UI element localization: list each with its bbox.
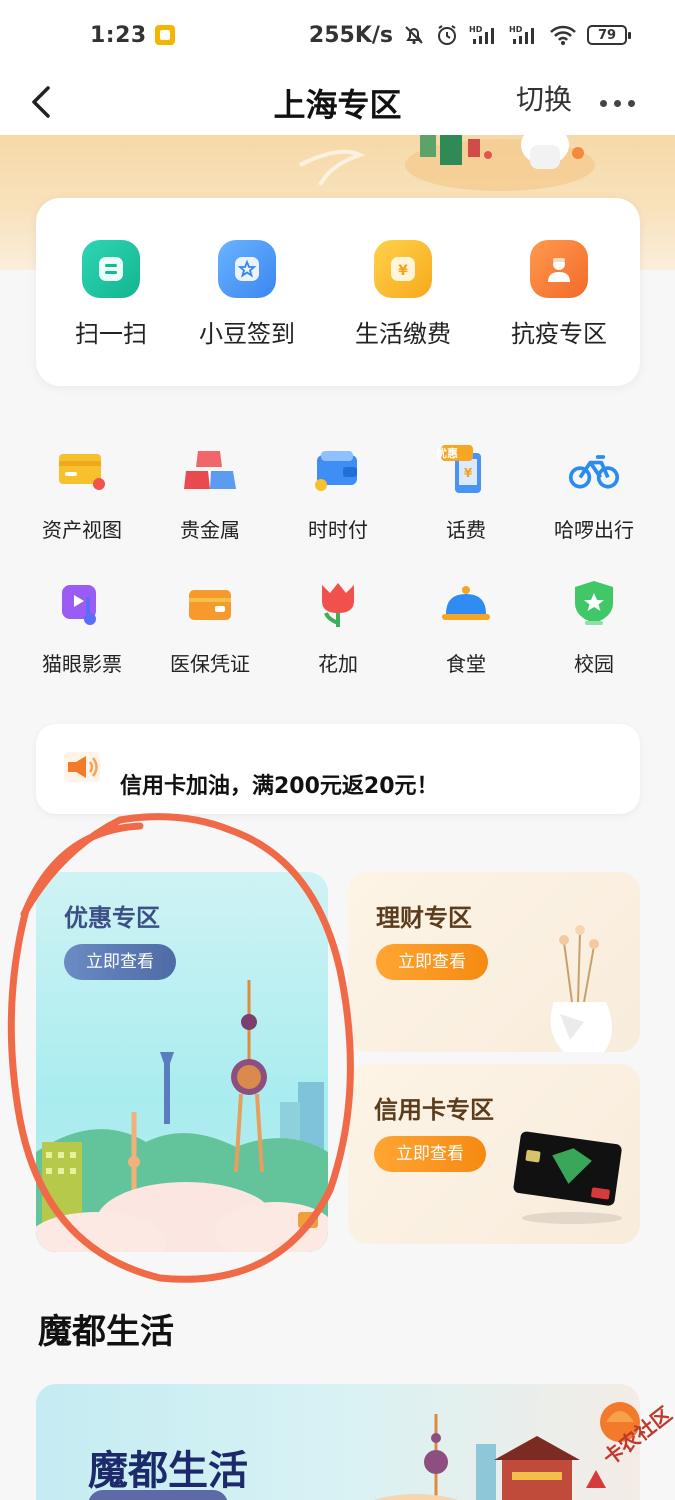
page-title: 上海专区 bbox=[273, 86, 402, 124]
svg-text:¥: ¥ bbox=[398, 263, 408, 279]
section-title: 魔都生活 bbox=[38, 1312, 174, 1352]
svg-text:¥: ¥ bbox=[464, 466, 473, 480]
grid-label: 花加 bbox=[318, 652, 358, 676]
campus-shield-icon bbox=[568, 578, 620, 630]
alarm-icon bbox=[435, 23, 459, 47]
life-banner-illustration bbox=[374, 1414, 580, 1500]
quick-action-label: 扫一扫 bbox=[75, 320, 147, 348]
quick-action-epidemic[interactable]: 抗疫专区 bbox=[484, 240, 634, 349]
person-icon bbox=[530, 240, 588, 298]
asset-card-icon bbox=[56, 444, 108, 496]
quick-action-label: 生活缴费 bbox=[355, 320, 451, 348]
grid-item-hello-bike[interactable]: 哈啰出行 bbox=[530, 444, 658, 543]
finance-zone-title: 理财专区 bbox=[376, 904, 472, 932]
battery-icon: 79 bbox=[587, 25, 631, 45]
notice-text: 信用卡加油，满200元返20元！ bbox=[120, 774, 439, 799]
status-bar: 1:23 255K/s HD HD 79 bbox=[0, 0, 675, 70]
grid-label: 资产视图 bbox=[42, 518, 122, 542]
grid-item-maoyan[interactable]: 猫眼影票 bbox=[18, 578, 146, 677]
wifi-icon bbox=[549, 24, 577, 46]
svg-text:HD: HD bbox=[469, 25, 483, 34]
grid-item-campus[interactable]: 校园 bbox=[530, 578, 658, 677]
scan-icon bbox=[82, 240, 140, 298]
quick-action-scan[interactable]: 扫一扫 bbox=[36, 240, 186, 349]
gold-bars-icon bbox=[184, 444, 236, 496]
yuan-icon: ¥ bbox=[374, 240, 432, 298]
switch-city-button[interactable]: 切换 bbox=[516, 78, 572, 118]
notification-icon bbox=[154, 25, 175, 45]
quick-action-label: 抗疫专区 bbox=[511, 320, 607, 348]
wallet-icon bbox=[312, 444, 364, 496]
grid-item-instant-pay[interactable]: 时时付 bbox=[274, 444, 402, 543]
quick-actions-card: 扫一扫 小豆签到 ¥ 生活缴费 抗疫专区 bbox=[36, 198, 640, 386]
grid-label: 贵金属 bbox=[180, 518, 240, 542]
credit-card-zone-card[interactable]: 信用卡专区 立即查看 bbox=[348, 1064, 640, 1244]
back-arrow-icon[interactable] bbox=[26, 82, 56, 122]
medical-card-icon bbox=[184, 578, 236, 630]
grid-item-phone-bill[interactable]: ¥ 优惠 话费 bbox=[402, 444, 530, 543]
music-ticket-icon bbox=[56, 578, 108, 630]
discount-zone-card[interactable]: 优惠专区 立即查看 bbox=[36, 872, 328, 1252]
status-right: 255K/s HD HD 79 bbox=[308, 22, 631, 48]
quick-action-bill[interactable]: ¥ 生活缴费 bbox=[328, 240, 478, 349]
grid-label: 时时付 bbox=[308, 518, 368, 542]
grid-label: 食堂 bbox=[446, 652, 486, 676]
signal-hd-icon: HD bbox=[469, 24, 499, 46]
speaker-icon bbox=[64, 752, 102, 786]
status-time: 1:23 bbox=[90, 22, 147, 48]
bicycle-icon bbox=[568, 444, 620, 496]
discount-badge: 优惠 bbox=[436, 447, 458, 460]
credit-card-zone-button[interactable]: 立即查看 bbox=[374, 1136, 486, 1172]
quick-action-label: 小豆签到 bbox=[199, 320, 295, 348]
finance-zone-card[interactable]: 理财专区 立即查看 bbox=[348, 872, 640, 1052]
signal-hd-icon-2: HD bbox=[509, 24, 539, 46]
grid-label: 校园 bbox=[574, 652, 614, 676]
mute-bell-icon bbox=[403, 24, 425, 46]
svg-text:HD: HD bbox=[509, 25, 523, 34]
grid-item-medical-voucher[interactable]: 医保凭证 bbox=[146, 578, 274, 677]
tulip-icon bbox=[312, 578, 364, 630]
notice-bar[interactable]: 信用卡加油，满200元返20元！ bbox=[36, 724, 640, 814]
network-speed: 255K/s bbox=[308, 22, 393, 48]
grid-item-canteen[interactable]: 食堂 bbox=[402, 578, 530, 677]
nav-bar: 上海专区 切换 bbox=[0, 70, 675, 135]
credit-card-zone-title: 信用卡专区 bbox=[374, 1096, 494, 1124]
grid-item-precious-metal[interactable]: 贵金属 bbox=[146, 444, 274, 543]
grid-item-asset-view[interactable]: 资产视图 bbox=[18, 444, 146, 543]
grid-item-huajia[interactable]: 花加 bbox=[274, 578, 402, 677]
quick-action-checkin[interactable]: 小豆签到 bbox=[172, 240, 322, 349]
grid-label: 话费 bbox=[446, 518, 486, 542]
finance-zone-button[interactable]: 立即查看 bbox=[376, 944, 488, 980]
star-checkin-icon bbox=[218, 240, 276, 298]
grid-label: 哈啰出行 bbox=[554, 518, 634, 542]
grid-label: 猫眼影票 bbox=[42, 652, 122, 676]
modu-life-banner[interactable]: 魔都生活 bbox=[36, 1384, 640, 1500]
grid-label: 医保凭证 bbox=[170, 652, 250, 676]
food-cloche-icon bbox=[440, 578, 492, 630]
credit-card-illustration bbox=[513, 1131, 622, 1224]
vase-illustration bbox=[550, 925, 613, 1052]
shanghai-skyline-illustration bbox=[36, 980, 328, 1252]
more-options-icon[interactable] bbox=[600, 92, 644, 107]
